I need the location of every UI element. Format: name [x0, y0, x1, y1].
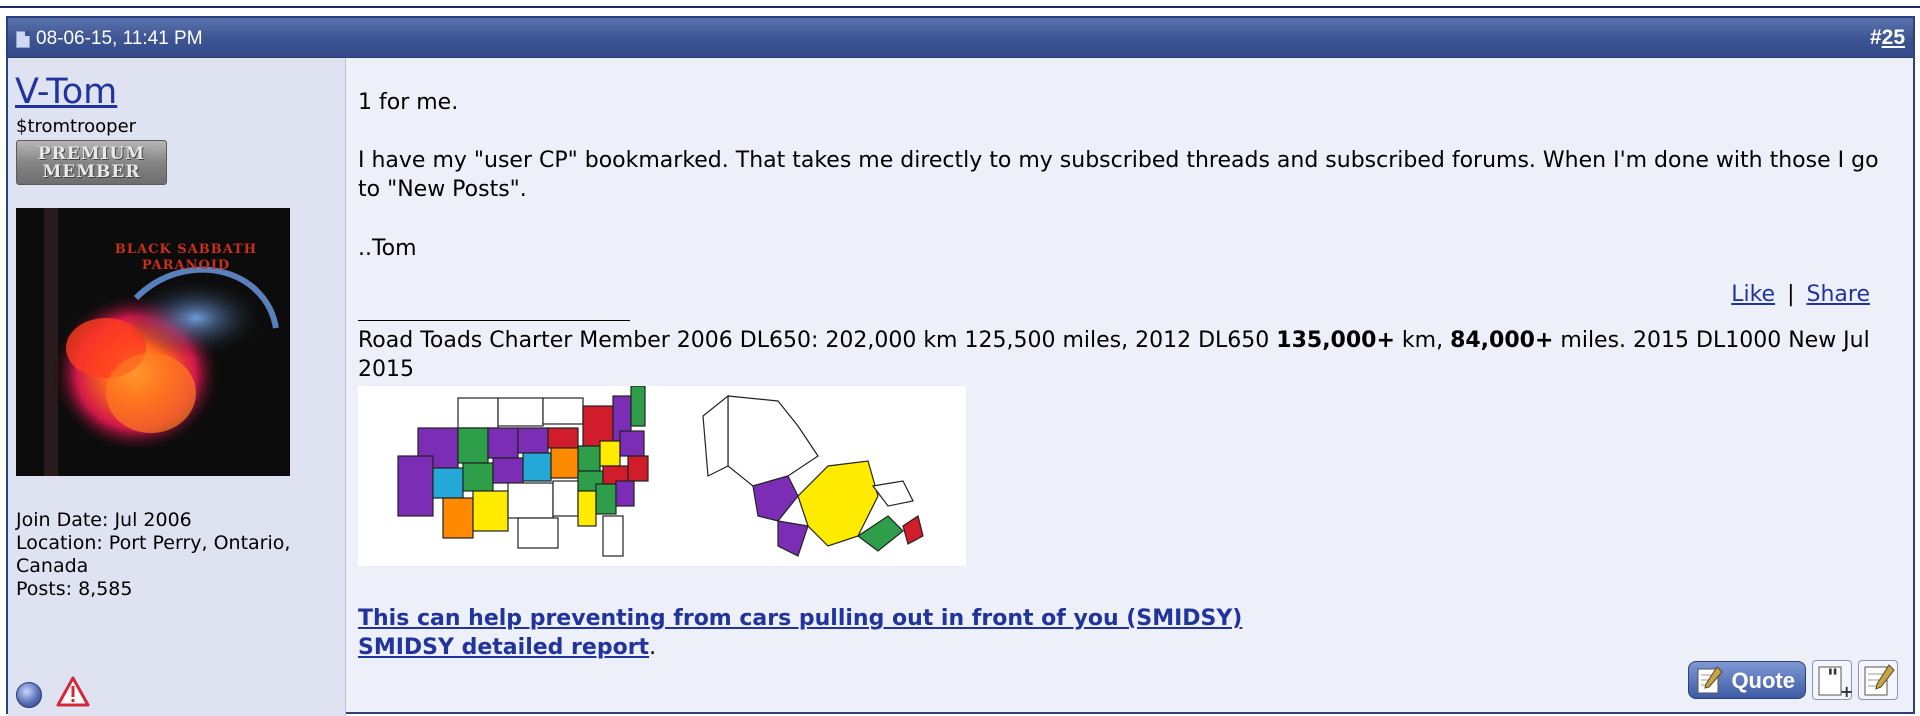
message-line-2: I have my "user CP" bookmarked. That tak…: [358, 148, 1879, 202]
post-date-text: 08-06-15, 11:41 PM: [36, 28, 203, 49]
post-doc-icon: [16, 30, 30, 48]
quote-pen-icon: [1697, 666, 1724, 694]
avatar-caption: BLACK SABBATH PARANOID: [111, 242, 261, 274]
location: Location: Port Perry, Ontario,: [16, 532, 291, 554]
badge-line-1: PREMIUM: [37, 144, 146, 164]
report-post-icon[interactable]: [56, 676, 90, 708]
badge-line-2: MEMBER: [42, 162, 141, 182]
quick-reply-icon: [1864, 664, 1895, 696]
like-link[interactable]: Like: [1731, 282, 1775, 307]
signature-divider: [358, 320, 630, 321]
user-title: $tromtrooper: [16, 116, 137, 137]
signature-text: Road Toads Charter Member 2006 DL650: 20…: [358, 326, 1903, 384]
sig-part-2: km,: [1394, 328, 1451, 353]
message-line-1: 1 for me.: [358, 90, 459, 115]
quick-reply-button[interactable]: [1858, 660, 1898, 700]
sig-part-1: Road Toads Charter Member 2006 DL650: 20…: [358, 328, 1277, 353]
user-info-column: V-Tom $tromtrooper PREMIUM MEMBER BLACK …: [8, 58, 346, 716]
signature-map-image: [358, 385, 966, 566]
post-count: Posts: 8,585: [16, 578, 133, 600]
online-status-icon: [16, 682, 42, 708]
link-period: .: [649, 635, 657, 660]
multi-quote-button[interactable]: " +: [1812, 660, 1853, 701]
join-date: Join Date: Jul 2006: [16, 509, 192, 531]
post-number: #25: [1870, 26, 1905, 50]
avatar-caption-line-2: PARANOID: [141, 258, 231, 273]
premium-member-badge: PREMIUM MEMBER: [16, 140, 167, 185]
smidsy-report-link[interactable]: SMIDSY detailed report: [358, 635, 649, 660]
top-strip: [0, 0, 1920, 8]
user-details: Join Date: Jul 2006 Location: Port Perry…: [16, 509, 336, 601]
post-header: 08-06-15, 11:41 PM #25: [8, 18, 1913, 58]
forum-post: 08-06-15, 11:41 PM #25 V-Tom $tromtroope…: [6, 16, 1915, 716]
post-number-prefix: #: [1869, 26, 1882, 49]
location-cont: Canada: [16, 555, 89, 577]
quote-button-label: Quote: [1731, 667, 1795, 693]
post-actions: Like | Share: [1731, 280, 1870, 309]
post-buttons: Quote " +: [1688, 660, 1898, 701]
sig-bold-km: 135,000+: [1276, 328, 1395, 353]
svg-text:": ": [1827, 665, 1838, 691]
post-number-link[interactable]: 25: [1882, 26, 1905, 49]
sig-bold-miles: 84,000+: [1450, 328, 1554, 353]
svg-text:+: +: [1840, 682, 1853, 701]
avatar-caption-line-1: BLACK SABBATH: [114, 242, 258, 257]
multi-quote-icon: " +: [1818, 665, 1853, 701]
smidsy-help-link[interactable]: This can help preventing from cars pulli…: [358, 606, 1242, 631]
post-date: 08-06-15, 11:41 PM: [16, 28, 203, 50]
avatar[interactable]: BLACK SABBATH PARANOID: [16, 208, 290, 476]
username-link[interactable]: V-Tom: [15, 72, 117, 112]
action-separator: |: [1787, 282, 1795, 307]
share-link[interactable]: Share: [1807, 282, 1871, 307]
post-content: 1 for me. I have my "user CP" bookmarked…: [358, 58, 1908, 716]
signature-links: This can help preventing from cars pulli…: [358, 604, 1242, 662]
quote-button[interactable]: Quote: [1688, 661, 1806, 699]
message-line-3: ..Tom: [358, 236, 417, 261]
visited-states-map: [358, 385, 966, 566]
